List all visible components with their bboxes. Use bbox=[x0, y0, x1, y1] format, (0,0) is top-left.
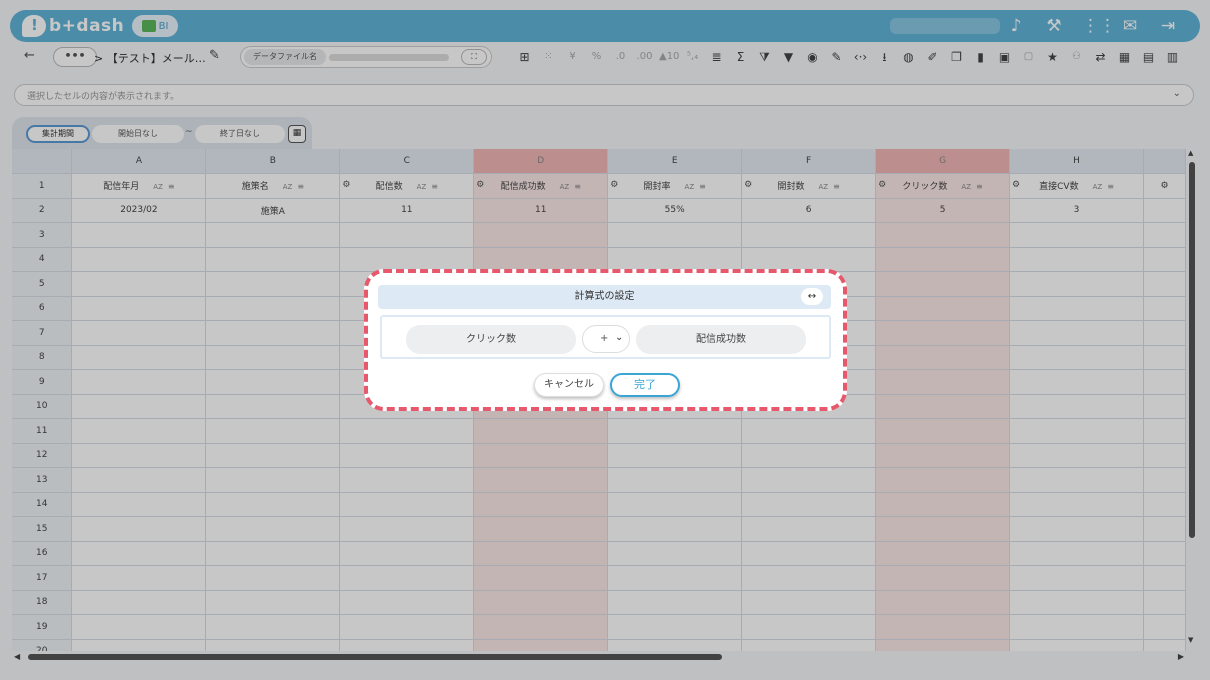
operator-select[interactable]: + ⌄ bbox=[582, 325, 630, 353]
formula-editor: クリック数 + ⌄ 配信成功数 bbox=[380, 315, 831, 359]
cancel-button[interactable]: キャンセル bbox=[534, 373, 604, 397]
left-operand-field[interactable]: クリック数 bbox=[406, 325, 576, 354]
right-operand-field[interactable]: 配信成功数 bbox=[636, 325, 806, 354]
dialog-title-bar: 計算式の設定 ↔ bbox=[378, 285, 831, 309]
chevron-down-icon: ⌄ bbox=[615, 332, 624, 343]
dialog-title: 計算式の設定 bbox=[574, 291, 635, 302]
formula-dialog: 計算式の設定 ↔ クリック数 + ⌄ 配信成功数 キャンセル 完了 bbox=[364, 269, 847, 411]
done-button[interactable]: 完了 bbox=[610, 373, 680, 397]
expand-icon[interactable]: ↔ bbox=[801, 288, 823, 305]
operator-value: + bbox=[600, 333, 609, 344]
